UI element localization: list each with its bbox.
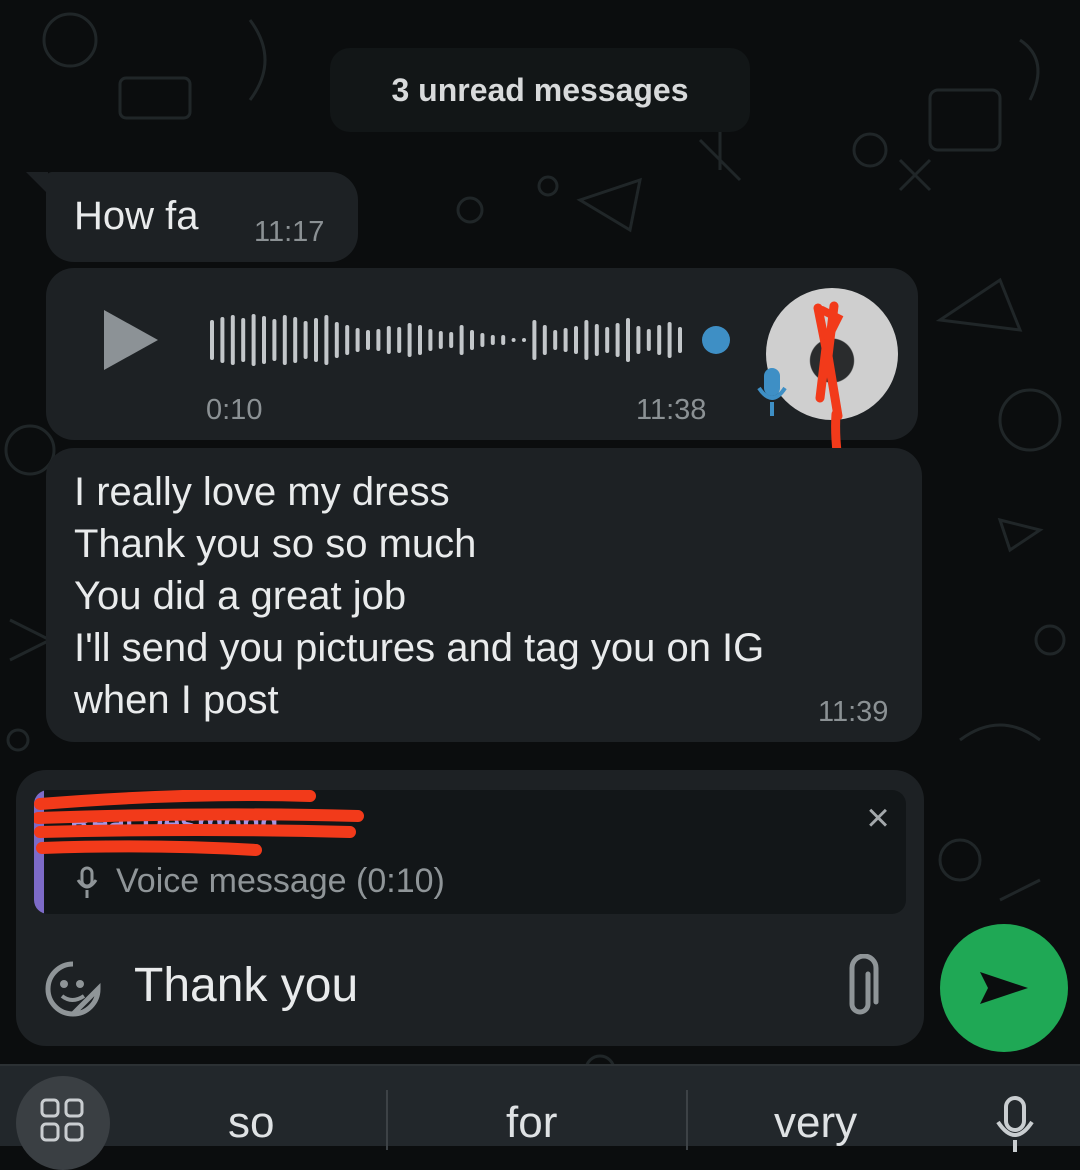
message-text: How fa (74, 194, 199, 238)
message-line: I really love my dress (74, 470, 450, 514)
waveform-bar (210, 320, 214, 360)
waveform-bar (418, 325, 422, 355)
reply-preview-text: Voice message (0:10) (116, 862, 445, 900)
waveform-bar (667, 322, 672, 358)
incoming-message-bubble[interactable]: I really love my dress Thank you so so m… (46, 448, 922, 742)
message-input[interactable]: Thank you (134, 958, 358, 1013)
mic-icon (757, 368, 787, 416)
send-button[interactable] (940, 924, 1068, 1052)
waveform-bar (584, 320, 589, 360)
close-icon[interactable]: × (858, 798, 898, 838)
waveform-bar (345, 325, 350, 355)
waveform-bar (334, 322, 339, 358)
message-line: You did a great job (74, 574, 407, 618)
waveform-bar (324, 315, 329, 365)
waveform-bar (636, 326, 641, 354)
waveform-bar (553, 330, 558, 350)
waveform-bar (282, 315, 287, 365)
divider (386, 1090, 388, 1150)
waveform-bar (407, 323, 412, 357)
waveform-bar (459, 325, 464, 355)
bubble-tail (26, 172, 48, 194)
waveform-bar (241, 318, 246, 362)
waveform-bar (386, 326, 391, 354)
waveform-bar (449, 332, 454, 348)
emoji-sticker-icon[interactable] (44, 960, 102, 1018)
redaction-mark (34, 790, 364, 856)
keyboard-grid-icon (40, 1098, 84, 1142)
waveform-bar (490, 335, 495, 345)
waveform-bar (542, 325, 547, 355)
paperclip-icon[interactable] (838, 954, 882, 1020)
divider (686, 1090, 688, 1150)
message-line: Thank you so so much (74, 522, 477, 566)
mic-icon[interactable] (994, 1094, 1036, 1154)
waveform-bar (511, 338, 516, 342)
waveform-bar (272, 319, 277, 361)
waveform-bar (303, 321, 308, 359)
waveform-bar (574, 326, 578, 354)
voice-duration: 0:10 (206, 394, 263, 426)
play-icon[interactable] (104, 310, 158, 370)
keyboard-menu-button[interactable] (16, 1076, 110, 1170)
incoming-message-bubble[interactable]: How fa 11:17 (26, 172, 358, 262)
suggestion-word[interactable]: for (506, 1098, 557, 1148)
playback-position-dot (702, 326, 730, 354)
waveform-bar (646, 329, 651, 351)
send-icon (980, 972, 1028, 1004)
message-line: I'll send you pictures and tag you on IG (74, 626, 765, 670)
waveform-bar (376, 329, 381, 351)
waveform-bar (314, 318, 318, 362)
waveform-bar (615, 323, 620, 357)
waveform-bar (605, 327, 610, 353)
message-time: 11:17 (254, 216, 325, 248)
waveform-bar (626, 318, 630, 362)
waveform-bar (470, 330, 474, 350)
waveform-bar (230, 315, 235, 365)
waveform-bar (220, 317, 225, 363)
waveform-bar (594, 324, 599, 356)
waveform-bar (366, 330, 370, 350)
waveform-bar (251, 314, 256, 366)
waveform-bar (563, 328, 568, 352)
unread-messages-label: 3 unread messages (391, 71, 689, 108)
voice-waveform[interactable] (206, 312, 730, 368)
waveform-bar (657, 325, 662, 355)
waveform-bar (355, 328, 360, 352)
waveform-bar (522, 338, 526, 342)
message-time: 11:38 (636, 394, 707, 426)
suggestion-word[interactable]: very (774, 1098, 857, 1148)
waveform-bar (532, 320, 537, 360)
mic-icon (76, 866, 98, 898)
waveform-bar (501, 335, 506, 345)
message-line: when I post (74, 678, 279, 722)
unread-messages-banner: 3 unread messages (330, 48, 750, 132)
waveform-bar (262, 316, 266, 364)
waveform-bar (428, 329, 433, 351)
suggestion-word[interactable]: so (228, 1098, 274, 1148)
waveform-bar (438, 331, 443, 349)
message-time: 11:39 (818, 696, 889, 728)
waveform-bar (397, 327, 402, 353)
waveform-bar (678, 327, 682, 353)
message-text: I really love my dress Thank you so so m… (74, 466, 764, 726)
waveform-bar (480, 333, 485, 347)
waveform-bar (293, 317, 298, 363)
